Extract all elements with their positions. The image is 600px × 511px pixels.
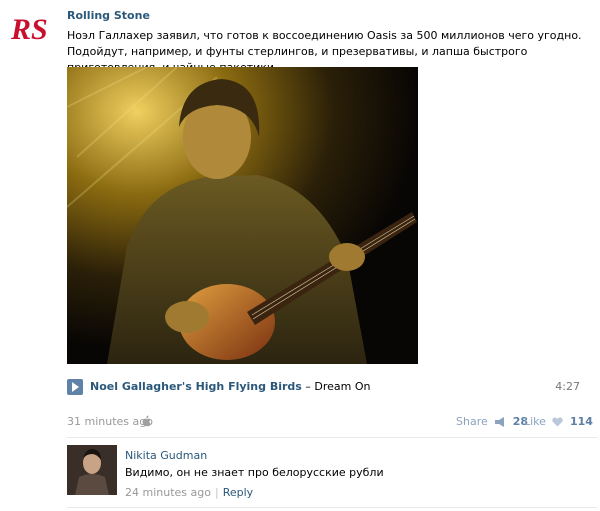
comment-text: Видимо, он не знает про белорусские рубл… [125,466,384,479]
post-meta: 31 minutes ago Share 28 Like 114 [67,415,593,431]
track-info: Noel Gallagher's High Flying Birds – Dre… [90,380,370,393]
audio-track: Noel Gallagher's High Flying Birds – Dre… [67,379,580,395]
apple-icon [142,415,151,427]
comment-author[interactable]: Nikita Gudman [125,449,207,462]
bottom-divider [67,507,597,508]
comment-avatar[interactable] [67,445,117,495]
comment-time[interactable]: 24 minutes ago [125,486,211,499]
share-button[interactable]: Share 28 [456,415,528,428]
heart-icon [552,417,564,427]
comment-meta-separator: | [214,486,219,499]
logo-text: RS [10,13,48,46]
play-icon [72,382,79,392]
megaphone-icon [495,417,505,427]
track-artist[interactable]: Noel Gallagher's High Flying Birds [90,380,302,393]
reply-button[interactable]: Reply [223,486,253,499]
divider [67,437,597,438]
track-separator: – [301,380,315,393]
track-title[interactable]: Dream On [314,380,370,393]
post-photo[interactable] [67,67,418,364]
post-author[interactable]: Rolling Stone [67,9,150,22]
rolling-stone-logo[interactable]: RS [9,9,59,49]
like-count: 114 [569,415,593,428]
like-label: Like [524,415,546,428]
share-label: Share [456,415,488,428]
comment-meta: 24 minutes ago | Reply [125,486,253,499]
track-duration: 4:27 [555,380,580,393]
like-button[interactable]: Like 114 [524,415,593,428]
play-button[interactable] [67,379,83,395]
